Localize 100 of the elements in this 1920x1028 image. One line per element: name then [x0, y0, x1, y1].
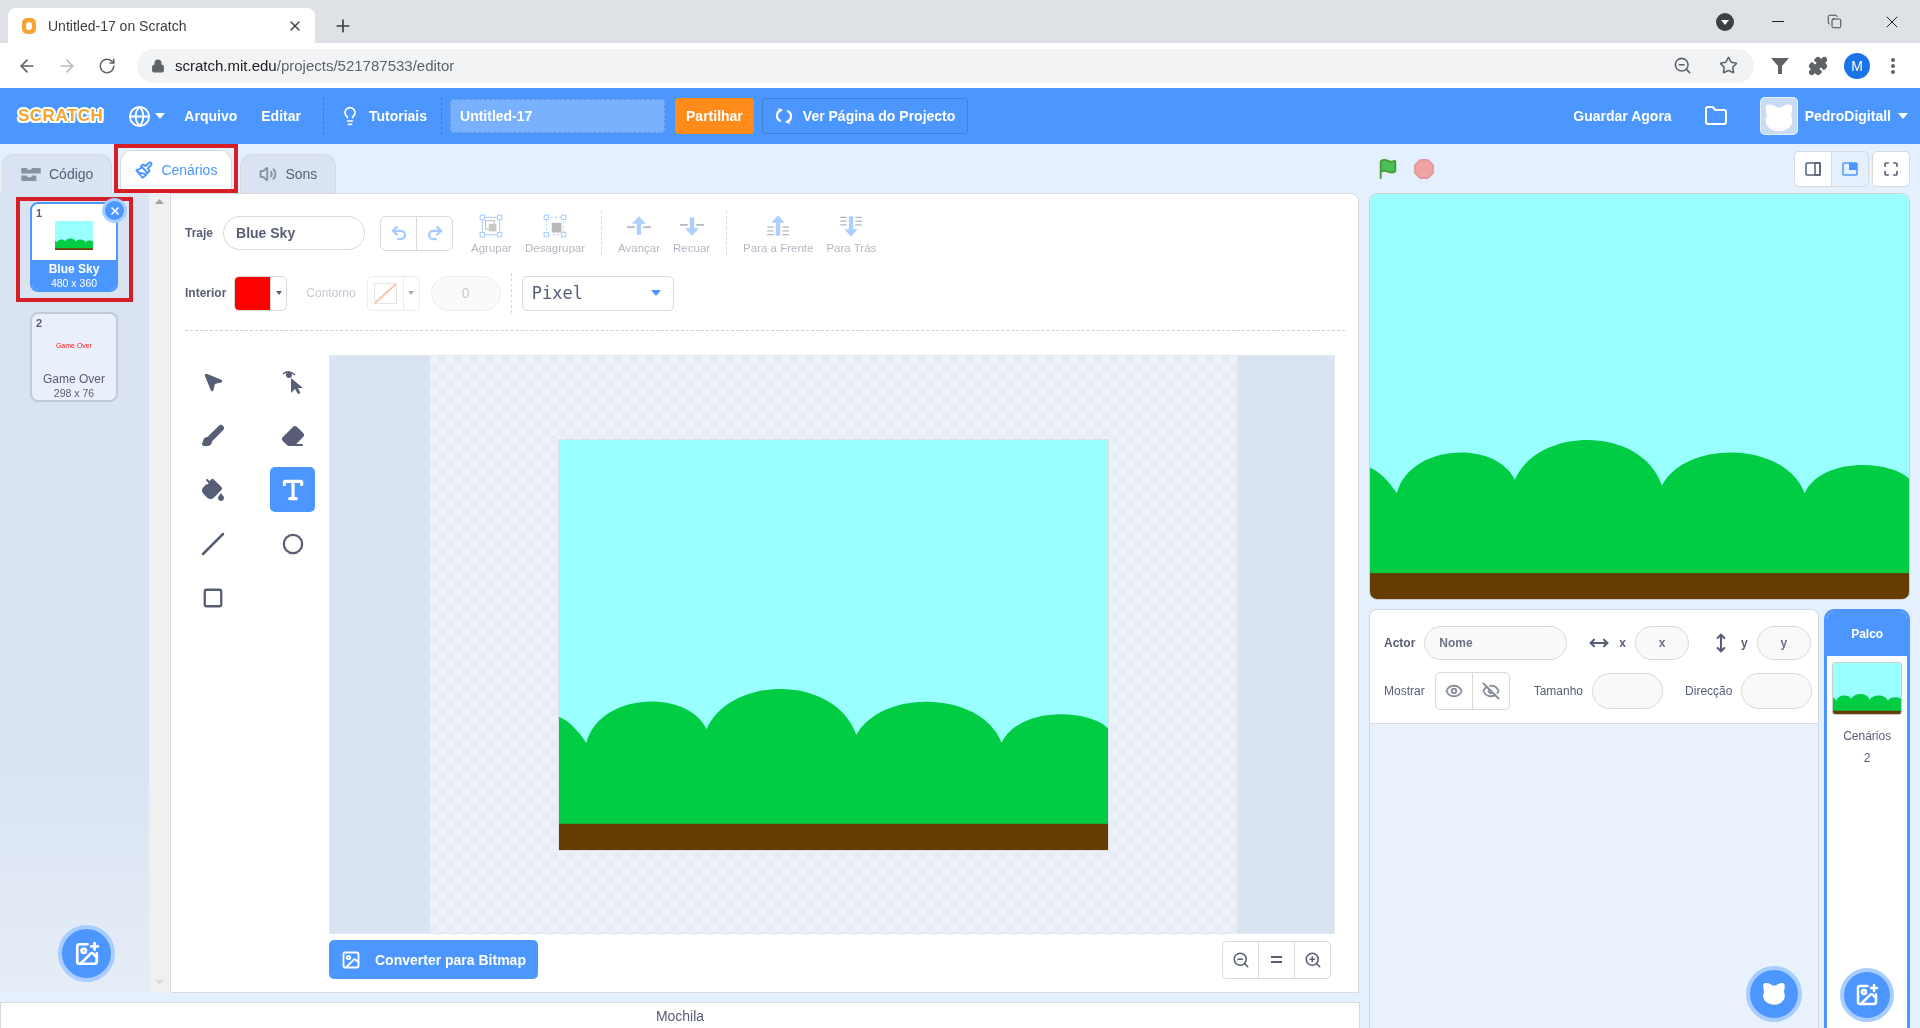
stage-size-button[interactable] — [1831, 150, 1869, 187]
backdrop-thumbnail-drawing — [1832, 662, 1903, 715]
tutorials-button[interactable]: Tutoriais — [333, 88, 433, 144]
costume-card[interactable]: 1 Blue Sky 480 x 360 — [30, 202, 118, 292]
stage-selector[interactable]: Palco Cenários 2 — [1824, 609, 1910, 1028]
cat-avatar-icon — [1759, 97, 1798, 135]
paint-bucket-icon — [200, 477, 225, 502]
y-field[interactable]: y — [1756, 626, 1811, 660]
backdrops-label: Cenários — [1843, 729, 1892, 743]
favicon-icon — [22, 17, 36, 34]
delete-button[interactable] — [102, 198, 127, 223]
fullscreen-button[interactable] — [1872, 150, 1910, 187]
equals-icon — [1271, 956, 1282, 963]
eye-off-icon — [1481, 682, 1500, 700]
zoom-in-button[interactable] — [1294, 940, 1331, 979]
folder-icon — [1703, 104, 1728, 128]
image-icon — [341, 949, 361, 970]
y-label: y — [1741, 636, 1748, 650]
project-page-button[interactable]: Ver Página do Projecto — [761, 98, 969, 134]
zoom-out-button[interactable] — [1222, 940, 1259, 979]
paintbrush-icon — [135, 161, 154, 179]
size-label: Tamanho — [1533, 684, 1584, 698]
costume-size: 298 x 76 — [53, 386, 95, 399]
stage-size-button[interactable] — [1794, 150, 1832, 187]
normal-stage-icon — [1842, 161, 1858, 176]
reset-zoom-button[interactable] — [1258, 940, 1295, 979]
paint-canvas[interactable] — [329, 355, 1335, 934]
show-button[interactable] — [1434, 672, 1473, 710]
menu-item[interactable]: Arquivo — [172, 88, 250, 144]
zoom-out-icon — [1231, 950, 1250, 969]
redo-icon — [425, 224, 444, 242]
direction-label: Direcção — [1685, 684, 1733, 698]
minimize-icon — [1771, 21, 1784, 22]
caret-icon — [275, 291, 282, 295]
landscape-thumbnail-drawing — [55, 220, 93, 250]
x-label: x — [1619, 636, 1627, 650]
costume-label: Traje — [185, 226, 214, 240]
restore-icon — [1827, 14, 1842, 29]
fill-color-button[interactable] — [234, 275, 288, 311]
undo-icon — [389, 224, 408, 242]
ungroup-icon — [542, 212, 568, 239]
size-field[interactable] — [1592, 673, 1664, 709]
hide-button[interactable] — [1471, 672, 1510, 710]
editor-tab[interactable]: Sons — [240, 154, 337, 193]
group-icon — [478, 212, 505, 239]
caret-down-circle-icon — [1716, 12, 1734, 31]
costume-number: 1 — [36, 207, 43, 219]
brush-icon — [200, 423, 225, 448]
add-sprite-button[interactable] — [1746, 966, 1803, 1022]
globe-icon — [128, 104, 152, 128]
stop-icon — [1413, 157, 1435, 180]
show-label: Mostrar — [1384, 684, 1425, 698]
reshape-cursor-icon — [281, 368, 304, 395]
font-dropdown[interactable]: Pixel — [521, 275, 674, 311]
menu-item[interactable]: Editar — [249, 88, 313, 144]
reload-icon — [98, 56, 116, 75]
tab-search-button[interactable] — [1715, 11, 1735, 32]
flag-icon — [1377, 157, 1399, 180]
address-bar[interactable]: scratch.mit.edu/projects/521787533/editor — [137, 48, 1754, 83]
text-tool-button[interactable] — [270, 467, 315, 512]
share-button[interactable]: Partilhar — [675, 98, 754, 134]
image-plus-icon — [73, 940, 100, 967]
outline-color-button[interactable] — [366, 275, 420, 311]
eye-icon — [1444, 682, 1463, 700]
caret-icon — [155, 113, 166, 119]
eraser-icon — [280, 423, 305, 448]
stage-selector-header: Palco — [1827, 612, 1907, 656]
browser-tab[interactable]: Untitled-17 on Scratch — [8, 8, 315, 43]
add-backdrop-button[interactable] — [58, 925, 115, 982]
fullscreen-icon — [1883, 160, 1899, 177]
direction-field[interactable] — [1741, 673, 1813, 709]
cat-icon — [1761, 981, 1788, 1007]
caret-icon — [650, 290, 661, 296]
x-field[interactable]: x — [1635, 626, 1690, 660]
image-plus-icon — [1855, 983, 1880, 1007]
add-backdrop-button[interactable] — [1840, 968, 1895, 1022]
swap-arrows-icon — [774, 108, 793, 124]
costume-name-field[interactable]: Blue Sky — [223, 216, 366, 250]
caret-icon — [1898, 113, 1908, 119]
profile-button[interactable]: M — [1844, 52, 1870, 79]
costume-name: Game Over — [43, 371, 105, 386]
caret-icon — [408, 291, 415, 295]
code-blocks-icon — [21, 167, 41, 181]
account-button[interactable]: PedroDigitall — [1747, 88, 1920, 144]
editor-tab[interactable]: Cenários — [120, 150, 233, 189]
editor-tab[interactable]: Código — [2, 154, 113, 193]
sprite-name-field[interactable]: Nome — [1424, 626, 1568, 660]
lock-icon — [151, 58, 165, 73]
no-color-swatch-icon — [373, 282, 397, 304]
speaker-icon — [259, 165, 278, 183]
save-now-button[interactable]: Guardar Agora — [1561, 88, 1684, 144]
star-icon — [1718, 56, 1738, 75]
costume-number: 2 — [36, 317, 43, 329]
costume-name: Blue Sky — [48, 261, 100, 276]
backdrops-count: 2 — [1863, 751, 1871, 765]
costume-size: 480 x 360 — [50, 276, 98, 289]
convert-to-bitmap-button[interactable]: Converter para Bitmap — [329, 940, 538, 979]
small-stage-icon — [1805, 161, 1821, 176]
backpack-bar[interactable]: Mochila — [0, 1002, 1360, 1028]
scroll-up-icon — [155, 199, 164, 204]
